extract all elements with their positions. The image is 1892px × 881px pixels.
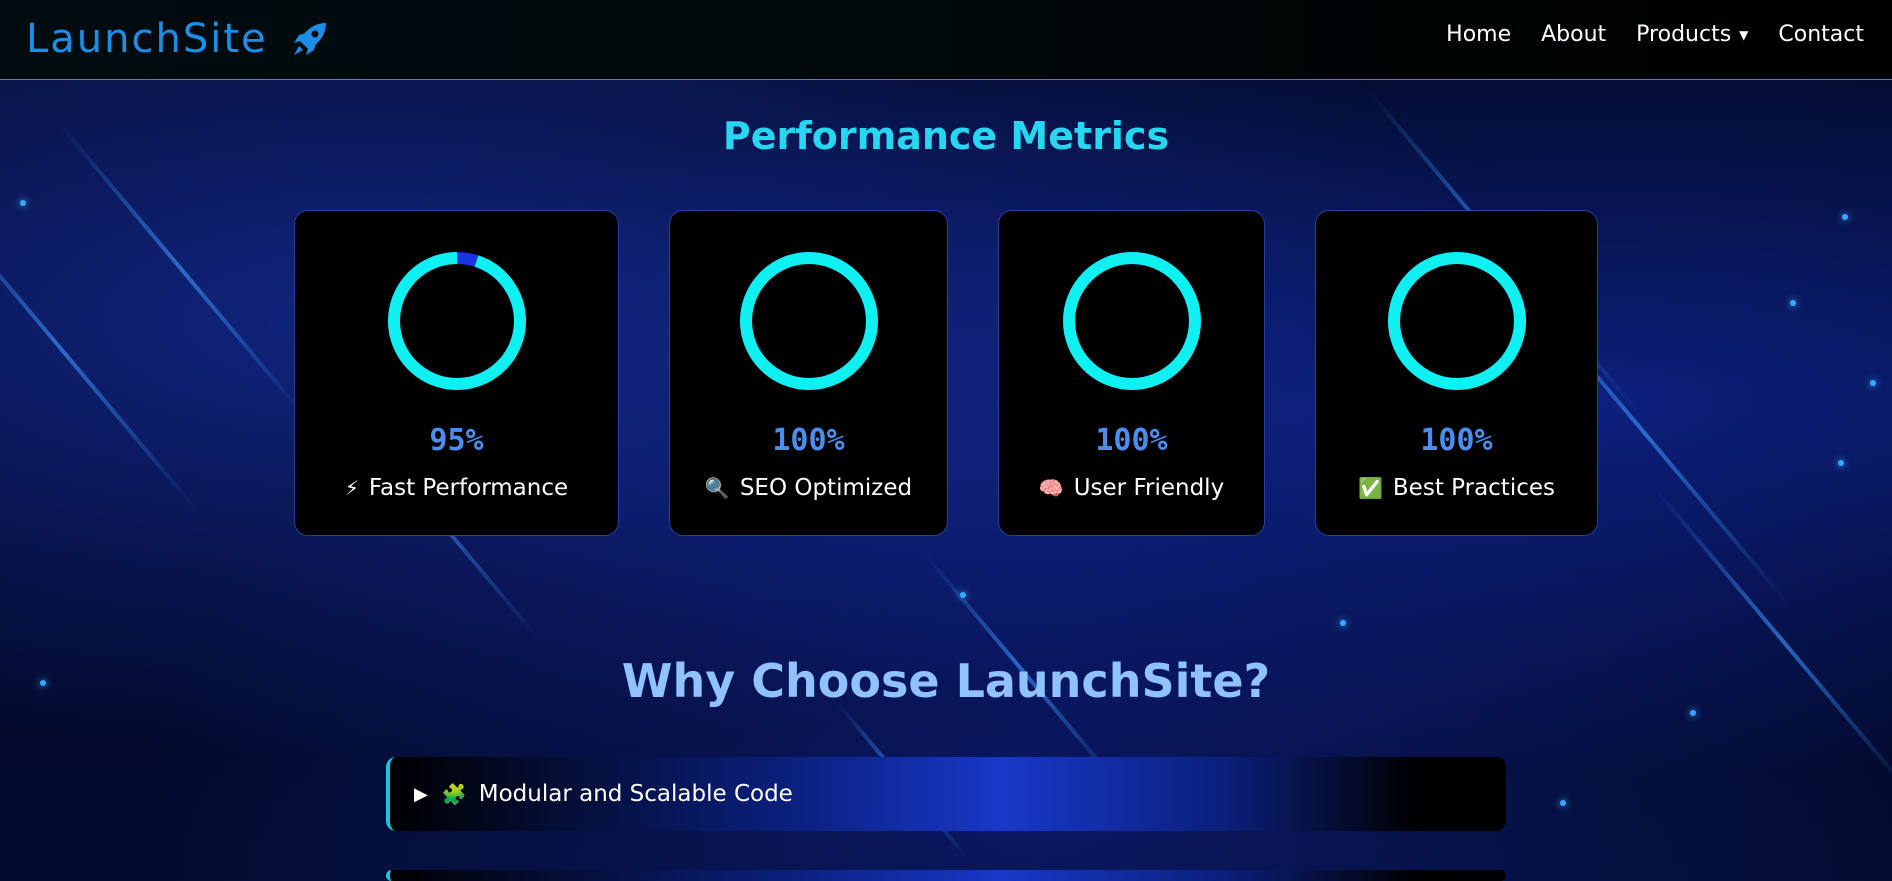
brand-name: LaunchSite (26, 16, 268, 62)
progress-ring (740, 252, 878, 390)
metric-label: ⚡ Fast Performance (344, 475, 569, 501)
metric-card-user-friendly: 100% 🧠 User Friendly (998, 210, 1265, 536)
progress-ring (1388, 252, 1526, 390)
metric-card-best-practices: 100% ✅ Best Practices (1315, 210, 1598, 536)
accordion-item-label: Modular and Scalable Code (478, 781, 793, 807)
lightning-icon: ⚡ (344, 476, 359, 500)
nav-home-link[interactable]: Home (1446, 22, 1511, 47)
nav-products-label: Products (1636, 22, 1732, 47)
metric-card-performance: 95% ⚡ Fast Performance (294, 210, 619, 536)
metric-value: 100% (1095, 423, 1168, 458)
metrics-section-title: Performance Metrics (722, 114, 1170, 158)
metric-value: 100% (772, 423, 845, 458)
magnifier-icon: 🔍 (704, 476, 730, 500)
check-mark-icon: ✅ (1358, 476, 1383, 500)
metric-value: 95% (429, 423, 484, 458)
why-section-title: Why Choose LaunchSite? (621, 654, 1271, 708)
rocket-icon (293, 23, 326, 55)
metric-value: 100% (1420, 423, 1493, 458)
brain-icon: 🧠 (1038, 476, 1064, 500)
progress-ring (388, 252, 526, 390)
main-nav: Home About Products ▼ Contact (1446, 22, 1864, 47)
progress-ring (1063, 252, 1201, 390)
navbar: LaunchSite Home About Products ▼ Contact (0, 0, 1892, 80)
nav-contact-link[interactable]: Contact (1778, 22, 1864, 47)
puzzle-piece-icon: 🧩 (441, 782, 467, 806)
accordion-item-next[interactable] (386, 870, 1506, 881)
metric-label: 🧠 User Friendly (1038, 475, 1225, 501)
metric-card-seo: 100% 🔍 SEO Optimized (669, 210, 948, 536)
nav-about-link[interactable]: About (1541, 22, 1606, 47)
chevron-down-icon: ▼ (1739, 27, 1749, 42)
nav-products-dropdown[interactable]: Products ▼ (1636, 22, 1748, 47)
metric-label: ✅ Best Practices (1358, 475, 1555, 501)
accordion-item-modular[interactable]: ▶ 🧩 Modular and Scalable Code (386, 757, 1506, 831)
metric-label: 🔍 SEO Optimized (704, 475, 913, 501)
triangle-right-icon: ▶ (414, 783, 428, 805)
brand-logo[interactable]: LaunchSite (26, 14, 330, 64)
